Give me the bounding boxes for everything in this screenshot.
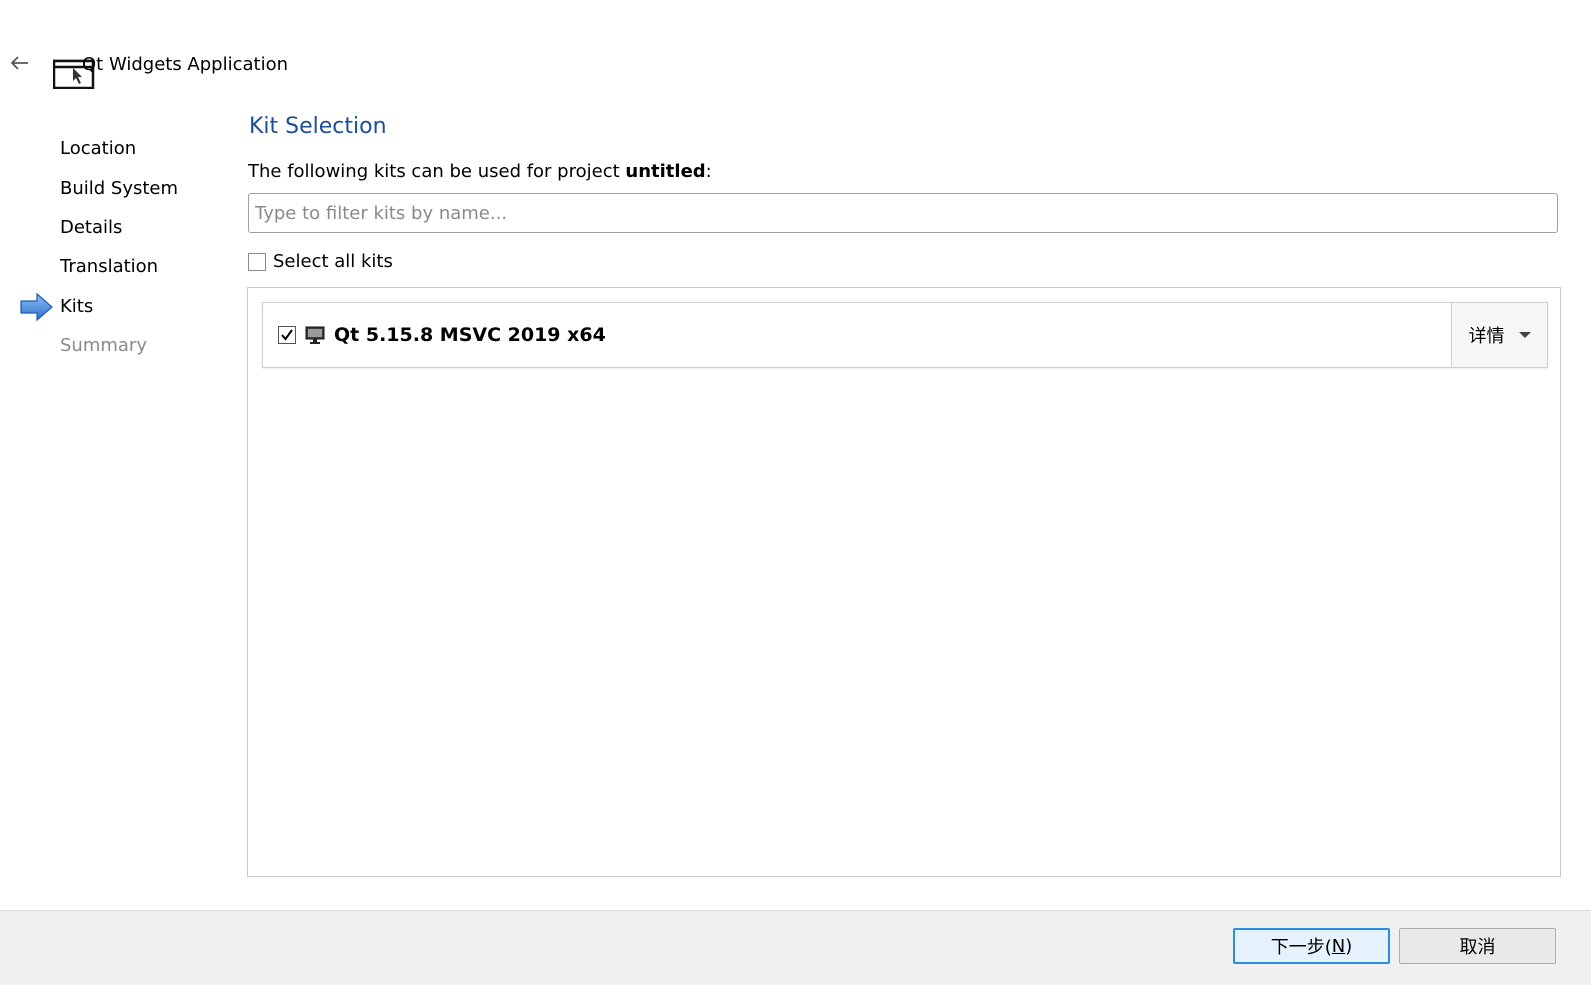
- window-title: Qt Widgets Application: [82, 54, 289, 75]
- sidebar-step-kits: Kits: [60, 296, 94, 317]
- kit-name: Qt 5.15.8 MSVC 2019 x64: [334, 324, 606, 346]
- sidebar-step-build-system: Build System: [60, 178, 179, 199]
- next-label-suffix: ): [1345, 935, 1353, 957]
- project-name: untitled: [625, 161, 706, 182]
- kit-filter-input[interactable]: [248, 193, 1558, 233]
- next-button[interactable]: 下一步(N): [1233, 928, 1390, 964]
- current-step-arrow-icon: [20, 292, 53, 322]
- sidebar-step-details: Details: [60, 217, 123, 238]
- kits-list-panel: Qt 5.15.8 MSVC 2019 x64 详情: [247, 287, 1561, 877]
- kit-checkbox[interactable]: [278, 326, 296, 346]
- intro-prefix: The following kits can be used for proje…: [248, 161, 626, 182]
- sidebar-step-location: Location: [60, 138, 137, 159]
- sidebar-step-translation: Translation: [60, 256, 159, 277]
- checkmark-icon: [281, 329, 293, 341]
- select-all-kits-label: Select all kits: [273, 251, 393, 272]
- intro-text: The following kits can be used for proje…: [248, 160, 712, 184]
- chevron-down-icon: [1518, 332, 1531, 338]
- kit-details-dropdown-button[interactable]: 详情: [1451, 303, 1547, 367]
- select-all-checkbox-box[interactable]: [248, 253, 266, 271]
- new-project-wizard: Qt Widgets Application Location Build Sy…: [0, 0, 1591, 985]
- intro-suffix: :: [705, 161, 712, 182]
- sidebar-step-summary: Summary: [60, 335, 147, 356]
- cancel-button[interactable]: 取消: [1399, 928, 1556, 964]
- back-button[interactable]: [6, 50, 32, 76]
- next-mnemonic: N: [1331, 935, 1346, 957]
- desktop-icon: [305, 326, 325, 344]
- back-arrow-icon: [10, 56, 28, 70]
- kit-row: Qt 5.15.8 MSVC 2019 x64 详情: [262, 302, 1548, 368]
- cancel-label: 取消: [1459, 937, 1496, 958]
- page-title: Kit Selection: [249, 114, 387, 139]
- kit-checkbox-box[interactable]: [278, 326, 296, 344]
- wizard-footer: 下一步(N) 取消: [0, 910, 1591, 985]
- select-all-kits-checkbox[interactable]: Select all kits: [248, 250, 393, 274]
- kit-details-label: 详情: [1468, 326, 1505, 347]
- next-label: 下一步(: [1270, 937, 1332, 958]
